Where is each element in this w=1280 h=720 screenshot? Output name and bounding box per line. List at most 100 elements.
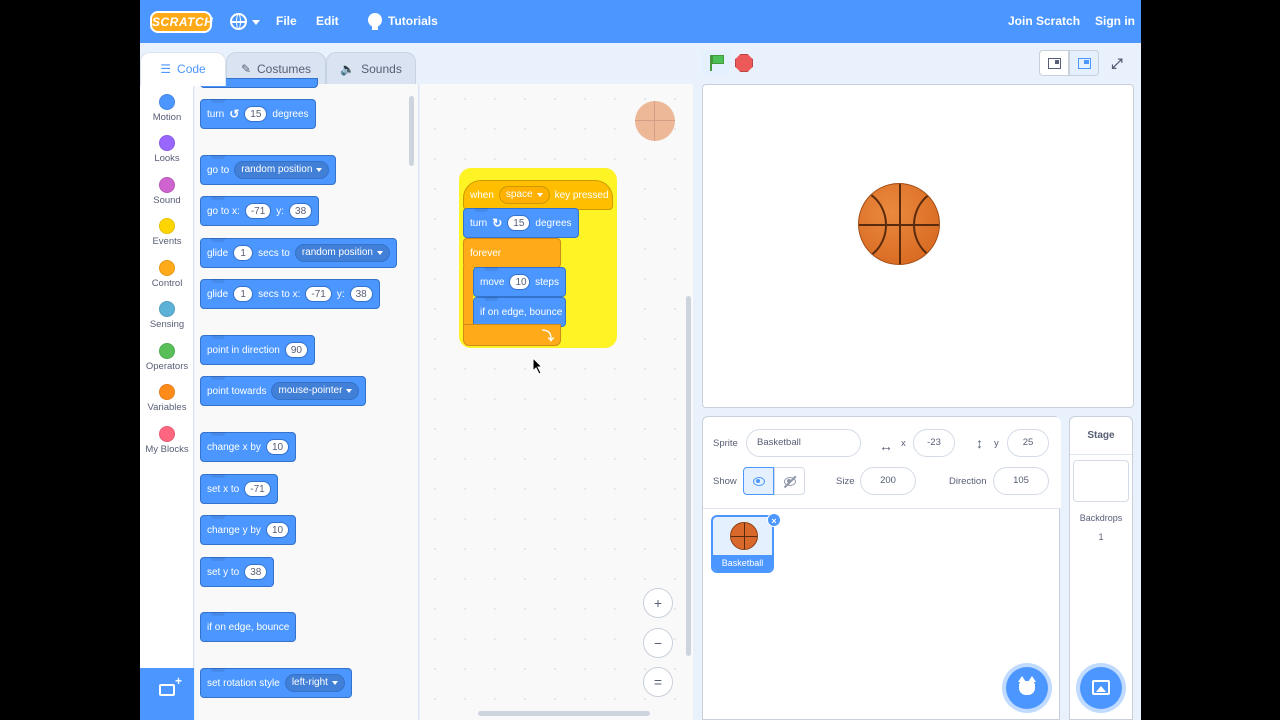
block-input[interactable]: 38 [289, 203, 313, 219]
palette-point-towards-block[interactable]: point towards mouse-pointer [200, 376, 367, 406]
fullscreen-button[interactable]: ⤢ [1102, 50, 1132, 76]
zoom-in-button[interactable]: + [643, 588, 673, 618]
block-text: move [480, 276, 505, 288]
block-input[interactable]: 38 [349, 286, 373, 302]
size-field[interactable]: 200 [860, 467, 916, 495]
category-operators[interactable]: Operators [140, 337, 194, 377]
category-looks[interactable]: Looks [140, 129, 194, 169]
block-dropdown[interactable]: random position [234, 161, 330, 179]
block-input[interactable]: 1 [233, 286, 254, 302]
block-text: when [470, 189, 494, 201]
block-input[interactable]: 90 [284, 342, 308, 358]
palette-go-to-xy-block[interactable]: go to x: -71 y: 38 [200, 196, 320, 226]
block-input[interactable]: -71 [244, 481, 271, 497]
block-dropdown[interactable]: random position [294, 244, 390, 262]
block-text: point towards [207, 385, 267, 397]
block-input[interactable]: 10 [265, 439, 290, 455]
category-my-blocks[interactable]: My Blocks [140, 420, 194, 460]
tab-code-label: Code [177, 62, 206, 76]
block-text: go to [207, 164, 230, 176]
caret-down-icon [331, 681, 338, 685]
category-sound[interactable]: Sound [140, 171, 194, 211]
caret-down-icon [376, 251, 383, 255]
forever-block[interactable]: forever [463, 238, 561, 268]
lightbulb-icon[interactable] [368, 13, 382, 30]
category-motion[interactable]: Motion [140, 88, 194, 128]
file-menu[interactable]: File [276, 0, 297, 43]
sprite-name-field[interactable]: Basketball [746, 429, 861, 457]
choose-sprite-button[interactable] [1006, 667, 1048, 709]
palette-change-x-block[interactable]: change x by 10 [200, 432, 297, 462]
block-input[interactable]: 15 [244, 106, 268, 122]
stop-button[interactable] [735, 54, 753, 72]
block-dropdown[interactable]: left-right [284, 674, 345, 692]
direction-field[interactable]: 105 [993, 467, 1049, 495]
block-input[interactable]: 1 [233, 245, 254, 261]
move-steps-block[interactable]: move 10 steps [473, 267, 566, 297]
choose-backdrop-button[interactable] [1080, 667, 1122, 709]
small-stage-button[interactable] [1039, 50, 1069, 76]
key-dropdown[interactable]: space [498, 186, 550, 204]
block-input[interactable]: -71 [244, 203, 272, 219]
sound-dot-icon [159, 177, 175, 193]
palette-set-y-block[interactable]: set y to 38 [200, 557, 275, 587]
tab-code[interactable]: ☰ Code [140, 52, 226, 86]
hide-sprite-button[interactable] [774, 467, 805, 495]
palette-scrollbar[interactable] [409, 96, 414, 166]
block-text: if on edge, bounce [480, 306, 563, 318]
palette-turn-left-block[interactable]: turn ↺ 15 degrees [200, 99, 316, 129]
block-input[interactable]: 10 [509, 274, 531, 290]
tab-sounds[interactable]: 🔈 Sounds [326, 52, 416, 84]
x-field[interactable]: -23 [913, 429, 955, 457]
palette-point-direction-block[interactable]: point in direction 90 [200, 335, 315, 365]
tutorials-menu[interactable]: Tutorials [388, 0, 438, 43]
turn-right-block[interactable]: turn ↻ 15 degrees [463, 208, 579, 238]
sign-in-link[interactable]: Sign in [1095, 0, 1135, 43]
chevron-down-icon[interactable] [252, 20, 260, 25]
join-scratch-link[interactable]: Join Scratch [1008, 0, 1080, 43]
zoom-out-button[interactable]: − [643, 628, 673, 658]
x-label: x [901, 438, 906, 449]
large-stage-button[interactable] [1069, 50, 1099, 76]
delete-sprite-icon[interactable]: × [767, 513, 781, 527]
sprite-tile-basketball[interactable]: Basketball × [711, 513, 781, 573]
basketball-sprite[interactable] [858, 183, 940, 265]
rotate-right-icon: ↻ [492, 216, 503, 230]
bounce-block[interactable]: if on edge, bounce [473, 297, 566, 327]
category-control[interactable]: Control [140, 254, 194, 294]
block-input[interactable]: 15 [507, 215, 531, 231]
palette-glide-xy-block[interactable]: glide 1 secs to x: -71 y: 38 [200, 279, 380, 309]
block-text: set rotation style [207, 677, 280, 689]
when-key-pressed-block[interactable]: when space key pressed [463, 180, 613, 210]
add-extension-button[interactable] [140, 668, 194, 720]
block-dropdown[interactable]: mouse-pointer [271, 382, 360, 400]
language-globe-icon[interactable] [230, 13, 247, 30]
green-flag-button[interactable] [702, 50, 730, 76]
block-input[interactable]: -71 [305, 286, 332, 302]
stage-thumbnail[interactable] [1073, 460, 1129, 502]
block-input[interactable]: 10 [265, 522, 290, 538]
block-text: point in direction [207, 344, 280, 356]
y-field[interactable]: 25 [1007, 429, 1049, 457]
workspace-horizontal-scrollbar[interactable] [478, 711, 650, 716]
palette-go-to-block[interactable]: go to random position [200, 155, 337, 185]
palette-bounce-block[interactable]: if on edge, bounce [200, 612, 297, 642]
rotate-left-icon: ↺ [229, 107, 240, 121]
zoom-reset-button[interactable]: = [643, 667, 673, 697]
category-events[interactable]: Events [140, 212, 194, 252]
palette-set-x-block[interactable]: set x to -71 [200, 474, 278, 504]
workspace-vertical-scrollbar[interactable] [686, 296, 691, 656]
stage-selector[interactable]: Stage Backdrops 1 [1069, 416, 1133, 720]
edit-menu[interactable]: Edit [316, 0, 339, 43]
palette-change-y-block[interactable]: change y by 10 [200, 515, 297, 545]
category-sensing[interactable]: Sensing [140, 295, 194, 335]
backdrop-icon [1092, 680, 1110, 695]
block-input[interactable]: 38 [244, 564, 268, 580]
show-sprite-button[interactable] [743, 467, 774, 495]
scratch-logo[interactable]: SCRATCH [150, 11, 213, 33]
palette-rotation-style-block[interactable]: set rotation style left-right [200, 668, 352, 698]
category-variables[interactable]: Variables [140, 378, 194, 418]
palette-glide-to-block[interactable]: glide 1 secs to random position [200, 238, 397, 268]
stage-canvas[interactable] [702, 84, 1134, 408]
fullscreen-icon: ⤢ [1111, 55, 1123, 71]
